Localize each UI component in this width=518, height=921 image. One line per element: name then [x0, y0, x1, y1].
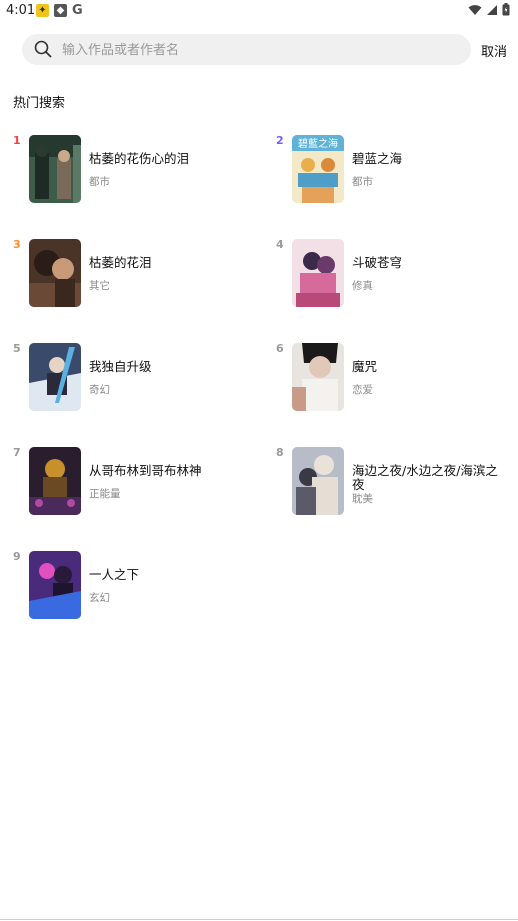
rank-number: 6 — [276, 342, 284, 355]
cover-image — [292, 447, 344, 515]
item-title: 枯萎的花伤心的泪 — [89, 151, 190, 166]
item-genre: 耽美 — [352, 493, 373, 505]
rank-number: 7 — [13, 446, 21, 459]
bottom-divider — [0, 919, 518, 920]
hot-search-item[interactable]: 4 斗破苍穹 修真 — [276, 236, 516, 310]
app-notification-icon: ✦ — [36, 4, 49, 17]
hot-search-title: 热门搜索 — [13, 96, 66, 111]
rank-number: 5 — [13, 342, 21, 355]
cover-image — [292, 343, 344, 411]
item-title: 碧蓝之海 — [352, 151, 403, 166]
item-genre: 玄幻 — [89, 592, 110, 604]
cover-image — [29, 343, 81, 411]
search-input[interactable] — [60, 34, 464, 67]
notification-icons: ✦ ◆ G — [36, 3, 83, 18]
item-genre: 修真 — [352, 280, 373, 292]
item-title: 一人之下 — [89, 567, 140, 582]
item-genre: 恋爱 — [352, 384, 373, 396]
item-title: 斗破苍穹 — [352, 255, 403, 270]
item-title: 从哥布林到哥布林神 — [89, 463, 202, 478]
cover-image — [29, 135, 81, 203]
search-icon — [34, 40, 52, 58]
cover-image — [29, 447, 81, 515]
item-title: 我独自升级 — [89, 359, 152, 374]
search-bar: 取消 — [22, 34, 508, 67]
item-genre: 都市 — [352, 176, 373, 188]
item-genre: 奇幻 — [89, 384, 110, 396]
battery-icon — [502, 3, 510, 16]
hot-search-item[interactable]: 1 枯萎的花伤心的泪 都市 — [13, 132, 253, 206]
cover-image: 碧藍之海 — [292, 135, 344, 203]
status-time: 4:01 — [6, 3, 36, 18]
rank-number: 8 — [276, 446, 284, 459]
rank-number: 9 — [13, 550, 21, 563]
item-title: 魔咒 — [352, 359, 378, 374]
hot-search-item[interactable]: 7 从哥布林到哥布林神 正能量 — [13, 444, 253, 518]
cancel-button[interactable]: 取消 — [481, 41, 507, 60]
google-notification-icon: G — [72, 3, 83, 18]
system-status-icons — [468, 3, 510, 16]
signal-icon — [487, 4, 497, 15]
rank-number: 4 — [276, 238, 284, 251]
cat-notification-icon: ◆ — [54, 4, 67, 17]
cover-image — [29, 239, 81, 307]
cover-image — [292, 239, 344, 307]
rank-number: 2 — [276, 134, 284, 147]
item-title: 枯萎的花泪 — [89, 255, 152, 270]
rank-number: 3 — [13, 238, 21, 251]
hot-search-item[interactable]: 9 一人之下 玄幻 — [13, 548, 253, 622]
item-title: 海边之夜/水边之夜/海滨之夜 — [352, 463, 498, 492]
hot-search-item[interactable]: 3 枯萎的花泪 其它 — [13, 236, 253, 310]
item-genre: 其它 — [89, 280, 110, 292]
search-box[interactable] — [22, 34, 471, 67]
item-genre: 都市 — [89, 176, 110, 188]
rank-number: 1 — [13, 134, 21, 147]
status-bar: 4:01 ✦ ◆ G — [0, 0, 518, 22]
item-genre: 正能量 — [89, 488, 121, 500]
hot-search-item[interactable]: 6 魔咒 恋爱 — [276, 340, 516, 414]
hot-search-item[interactable]: 2 碧藍之海 碧蓝之海 都市 — [276, 132, 516, 206]
hot-search-item[interactable]: 5 我独自升级 奇幻 — [13, 340, 253, 414]
wifi-icon — [468, 4, 482, 15]
svg-text:碧藍之海: 碧藍之海 — [298, 137, 338, 150]
hot-search-item[interactable]: 8 海边之夜/水边之夜/海滨之夜 耽美 — [276, 444, 516, 518]
cover-image — [29, 551, 81, 619]
